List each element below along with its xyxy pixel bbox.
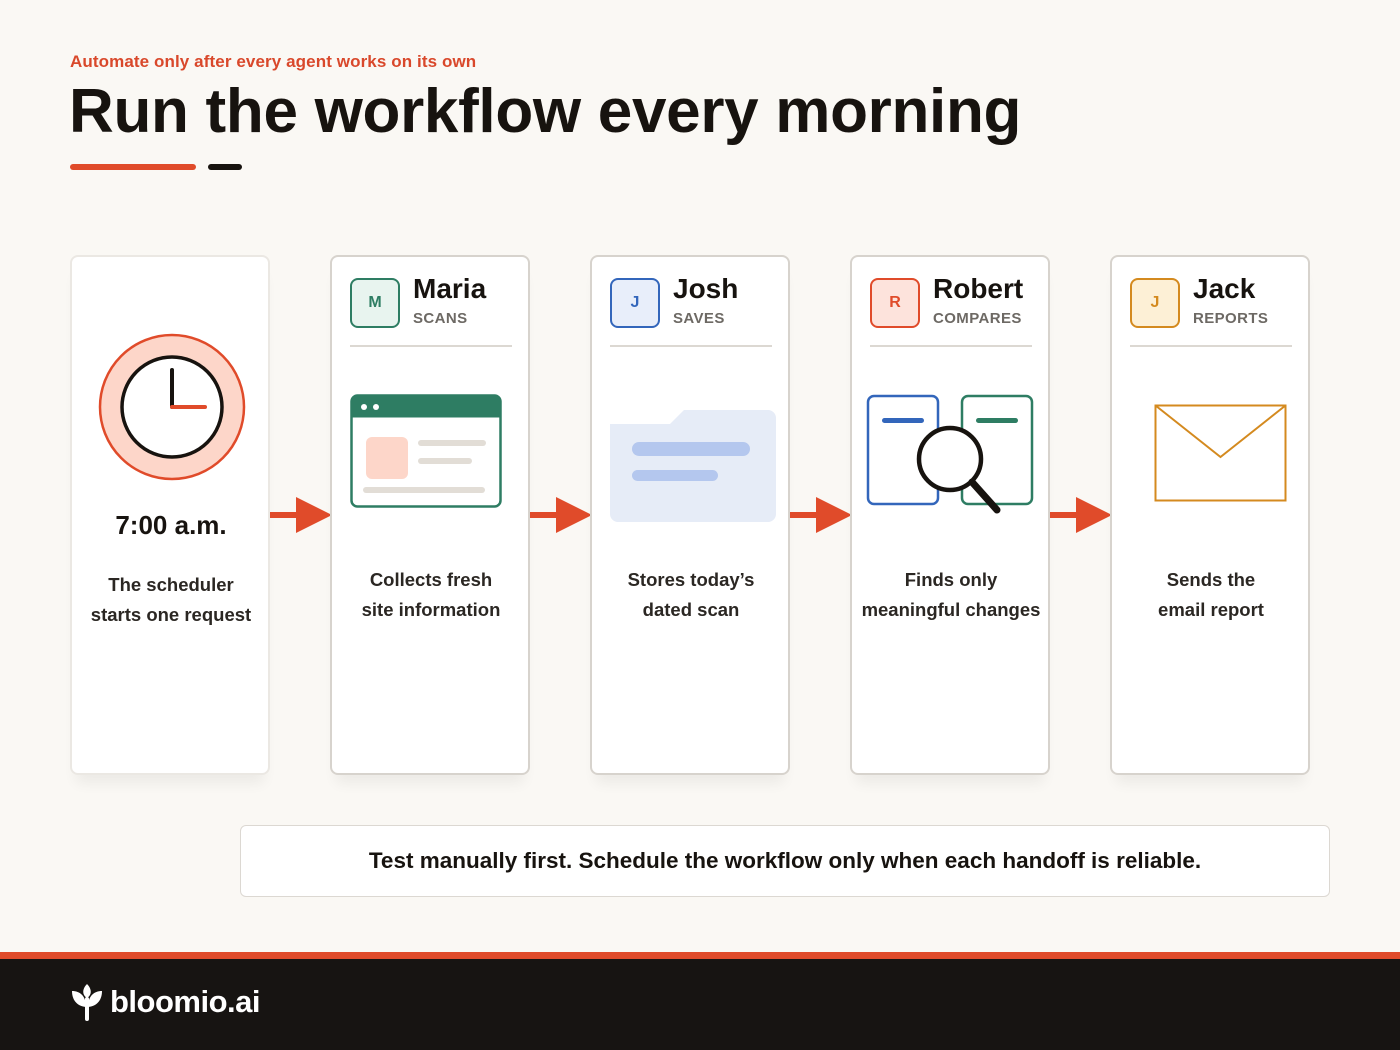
agent-name: Robert bbox=[933, 273, 1024, 304]
clock-icon bbox=[98, 333, 246, 481]
agent-header: R Robert COMPARES bbox=[870, 273, 1032, 328]
card-divider bbox=[1130, 345, 1292, 347]
footer-accent-line bbox=[0, 952, 1400, 959]
description-line: email report bbox=[1158, 599, 1264, 620]
agent-header: M Maria SCANS bbox=[350, 273, 512, 328]
agent-name: Jack bbox=[1193, 273, 1256, 304]
description-line: site information bbox=[361, 599, 501, 620]
agent-role: REPORTS bbox=[1193, 310, 1269, 327]
card-divider bbox=[350, 345, 512, 347]
agent-description: Finds only meaningful changes bbox=[856, 565, 1046, 625]
compare-magnifier-icon bbox=[866, 394, 1034, 514]
sprout-logo-icon bbox=[72, 984, 102, 1021]
advice-note: Test manually first. Schedule the workfl… bbox=[240, 825, 1330, 897]
description-line: Finds only bbox=[904, 569, 998, 590]
agent-description: Collects fresh site information bbox=[336, 565, 526, 625]
agent-avatar: M bbox=[350, 278, 400, 328]
agent-header: J Josh SAVES bbox=[610, 273, 772, 328]
agent-card-robert: R Robert COMPARES Finds only meaningful … bbox=[850, 255, 1050, 775]
agent-role: COMPARES bbox=[933, 310, 1022, 327]
agent-description: Stores today’s dated scan bbox=[596, 565, 786, 625]
envelope-icon bbox=[1154, 404, 1287, 502]
brand-logo: bloomio.ai bbox=[70, 983, 261, 1021]
brand-name: bloomio.ai bbox=[110, 984, 261, 1019]
agent-avatar: R bbox=[870, 278, 920, 328]
workflow-slide: Automate only after every agent works on… bbox=[0, 0, 1400, 1050]
browser-window-icon bbox=[350, 394, 502, 508]
agent-description: Sends the email report bbox=[1116, 565, 1306, 625]
agent-name: Josh bbox=[673, 273, 739, 304]
agent-card-maria: M Maria SCANS Collects fresh site inform… bbox=[330, 255, 530, 775]
scheduler-description: The scheduler starts one request bbox=[76, 570, 266, 630]
arrow-right-icon bbox=[530, 497, 592, 533]
agent-header: J Jack REPORTS bbox=[1130, 273, 1292, 328]
description-line: dated scan bbox=[642, 599, 740, 620]
schedule-time: 7:00 a.m. bbox=[115, 510, 227, 540]
agent-avatar: J bbox=[610, 278, 660, 328]
scheduler-card: 7:00 a.m. The scheduler starts one reque… bbox=[70, 255, 270, 775]
footer-bar: bloomio.ai bbox=[0, 959, 1400, 1050]
arrow-right-icon bbox=[1050, 497, 1112, 533]
card-divider bbox=[610, 345, 772, 347]
eyebrow-text: Automate only after every agent works on… bbox=[70, 52, 477, 71]
agent-role: SAVES bbox=[673, 310, 725, 327]
agent-avatar: J bbox=[1130, 278, 1180, 328]
page-title: Run the workflow every morning bbox=[69, 77, 1022, 146]
description-line: Stores today’s bbox=[627, 569, 755, 590]
agent-card-josh: J Josh SAVES Stores today’s dated scan bbox=[590, 255, 790, 775]
agent-name: Maria bbox=[413, 273, 487, 304]
arrow-right-icon bbox=[270, 497, 332, 533]
agent-role: SCANS bbox=[413, 310, 468, 327]
description-line: Collects fresh bbox=[369, 569, 493, 590]
description-line: The scheduler bbox=[108, 574, 234, 595]
card-divider bbox=[870, 345, 1032, 347]
title-underline-accent bbox=[70, 164, 196, 170]
folder-icon bbox=[610, 410, 776, 522]
description-line: Sends the bbox=[1166, 569, 1256, 590]
agent-card-jack: J Jack REPORTS Sends the email report bbox=[1110, 255, 1310, 775]
title-underline-dark bbox=[208, 164, 242, 170]
description-line: meaningful changes bbox=[861, 599, 1041, 620]
arrow-right-icon bbox=[790, 497, 852, 533]
description-line: starts one request bbox=[90, 604, 252, 625]
